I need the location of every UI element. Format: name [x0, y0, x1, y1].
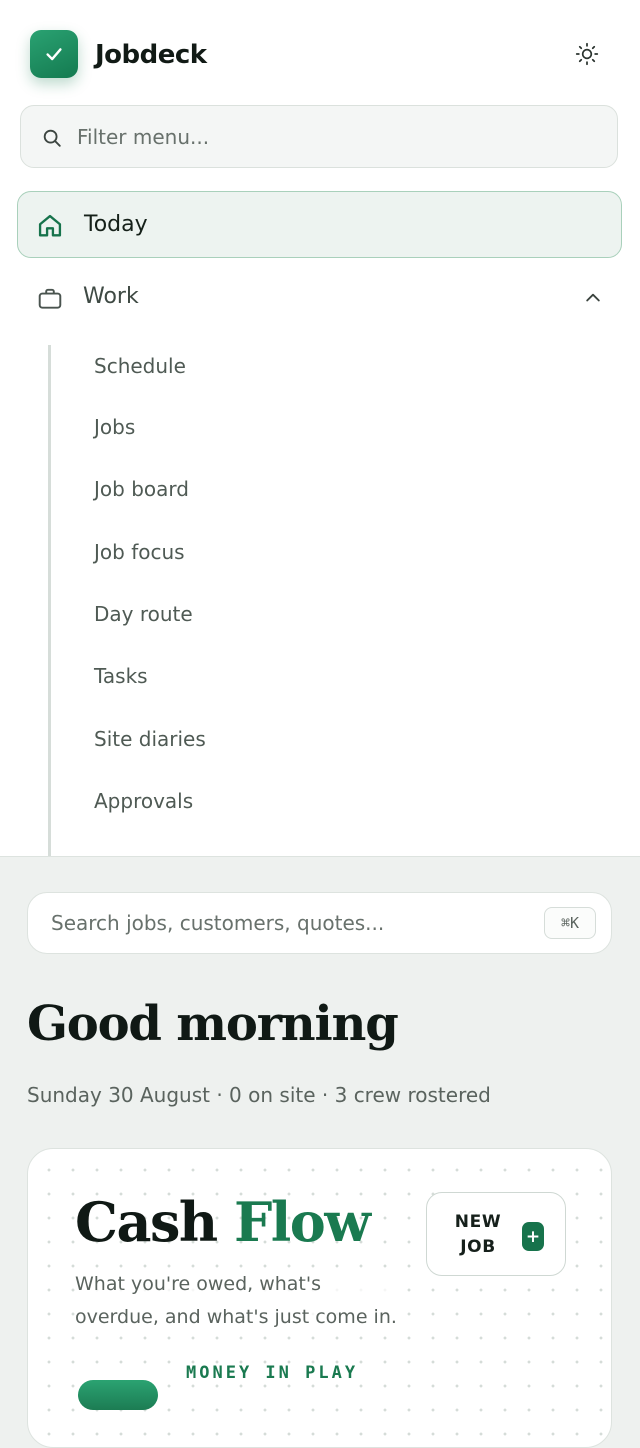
nav-item-label: Work [83, 284, 139, 309]
filter-menu-field [20, 105, 618, 168]
new-job-button[interactable]: NEW JOB + [426, 1192, 566, 1276]
app-logo[interactable] [30, 30, 78, 78]
sidebar: Jobdeck Today Work Schedule Jobs Job boa… [0, 0, 640, 857]
global-search-field: ⌘K [27, 892, 612, 954]
submenu-rail [48, 345, 51, 856]
day-summary: Sunday 30 August · 0 on site · 3 crew ro… [27, 1083, 491, 1107]
sun-icon [575, 42, 599, 66]
shortcut-badge: ⌘K [544, 907, 596, 939]
submenu-item-jobs[interactable]: Jobs [94, 413, 135, 441]
greeting-heading: Good morning [27, 996, 399, 1052]
search-icon [43, 129, 61, 147]
new-job-label: NEW JOB [454, 1212, 502, 1257]
submenu-item-schedule[interactable]: Schedule [94, 352, 186, 380]
chevron-up-icon[interactable] [583, 288, 603, 308]
filter-menu-input[interactable] [77, 106, 597, 167]
card-title-part2: Flow [233, 1190, 371, 1254]
brand-name: Jobdeck [95, 40, 207, 70]
plus-icon: + [522, 1222, 544, 1251]
card-description: What you're owed, what's overdue, and wh… [75, 1268, 405, 1334]
money-in-play-label: MONEY IN PLAY [186, 1363, 359, 1383]
submenu-item-day-route[interactable]: Day route [94, 600, 193, 628]
card-title-part1: Cash [75, 1190, 218, 1254]
nav-item-today[interactable]: Today [17, 191, 622, 258]
submenu-item-job-board[interactable]: Job board [94, 475, 189, 503]
theme-toggle-button[interactable] [570, 37, 604, 71]
briefcase-icon [38, 288, 62, 309]
submenu-item-job-focus[interactable]: Job focus [94, 538, 185, 566]
submenu-item-tasks[interactable]: Tasks [94, 662, 148, 690]
nav-item-label: Today [84, 212, 148, 237]
submenu-item-site-diaries[interactable]: Site diaries [94, 725, 206, 753]
card-title: Cash Flow [75, 1187, 371, 1257]
check-icon [46, 48, 62, 61]
global-search-input[interactable] [51, 893, 521, 953]
home-icon [38, 214, 62, 237]
cash-flow-card: Cash Flow What you're owed, what's overd… [27, 1148, 612, 1448]
nav-item-work[interactable]: Work [17, 268, 622, 326]
submenu-item-approvals[interactable]: Approvals [94, 787, 193, 815]
main-content: ⌘K Good morning Sunday 30 August · 0 on … [0, 857, 640, 1448]
